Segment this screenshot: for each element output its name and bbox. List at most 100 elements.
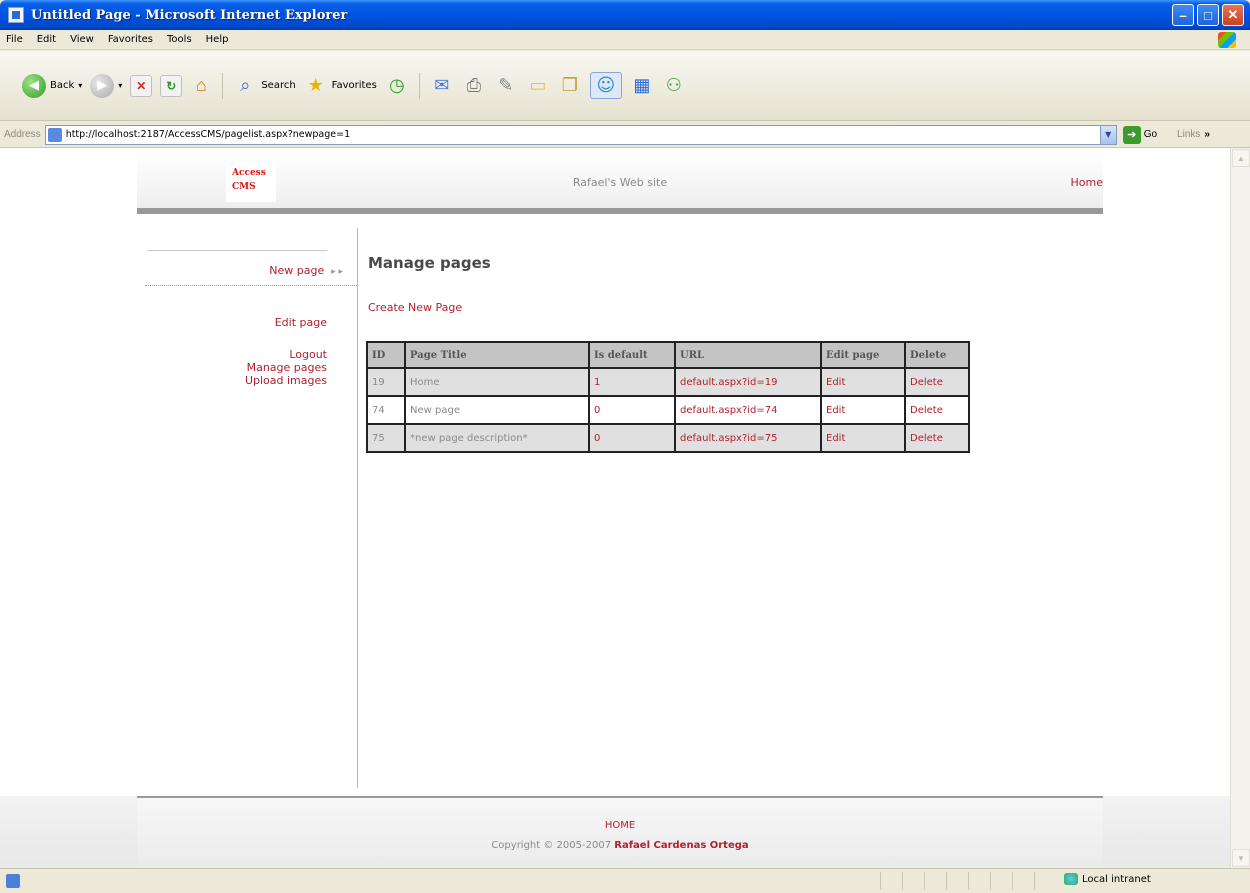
sidebar-item-manage-pages[interactable]: Manage pages <box>247 361 327 374</box>
address-url: http://localhost:2187/AccessCMS/pagelist… <box>65 129 351 140</box>
go-label: Go <box>1143 129 1158 140</box>
status-pane <box>1034 872 1056 890</box>
go-arrow-icon: ➔ <box>1122 125 1141 144</box>
favorites-label: Favorites <box>331 80 377 91</box>
status-pane <box>902 872 924 890</box>
site-header: Access CMS Rafael's Web site Home <box>137 154 1103 214</box>
cell-is-default: 0 <box>588 395 676 425</box>
toolbar-separator <box>222 72 224 99</box>
author-link[interactable]: Rafael Cardenas Ortega <box>614 840 748 851</box>
cell-id: 75 <box>366 423 406 453</box>
edit-link[interactable]: Edit <box>820 367 906 397</box>
history-icon[interactable]: ◷ <box>385 75 409 96</box>
research-icon[interactable]: ❐ <box>558 75 582 96</box>
favorites-star-icon: ★ <box>307 75 324 96</box>
status-bar: Local intranet <box>0 868 1250 893</box>
sidebar-rule <box>147 250 327 251</box>
scroll-up-icon[interactable]: ▲ <box>1232 149 1250 167</box>
delete-link[interactable]: Delete <box>904 367 970 397</box>
sidebar-item-edit-page[interactable]: Edit page <box>275 316 327 329</box>
menu-view[interactable]: View <box>70 34 94 45</box>
menu-file[interactable]: File <box>6 34 23 45</box>
search-button[interactable]: ⌕ Search <box>233 75 295 96</box>
messenger-button[interactable]: ☺ <box>589 72 622 99</box>
header-rule <box>137 208 1103 214</box>
refresh-icon[interactable]: ↻ <box>160 74 183 97</box>
go-button[interactable]: ➔ Go <box>1122 125 1158 144</box>
table-row: 75 *new page description* 0 default.aspx… <box>366 423 970 453</box>
back-button[interactable]: ◀ Back ▾ <box>22 73 82 98</box>
menu-favorites[interactable]: Favorites <box>108 34 153 45</box>
menu-tools[interactable]: Tools <box>167 34 192 45</box>
tools-icon[interactable]: ▦ <box>630 75 654 96</box>
search-label: Search <box>261 80 296 91</box>
site-title: Rafael's Web site <box>572 176 668 189</box>
delete-link[interactable]: Delete <box>904 423 970 453</box>
status-pane <box>880 872 902 890</box>
edit-link[interactable]: Edit <box>820 395 906 425</box>
mail-icon[interactable]: ✉ <box>430 75 454 96</box>
edit-icon[interactable]: ✎ <box>494 75 518 96</box>
cell-page-title: *new page description* <box>404 423 590 453</box>
links-label: Links <box>1177 129 1201 140</box>
ie-page-icon <box>8 7 24 23</box>
menu-help[interactable]: Help <box>206 34 229 45</box>
vertical-scrollbar[interactable]: ▲ ▼ <box>1230 148 1250 868</box>
menu-edit[interactable]: Edit <box>37 34 56 45</box>
cell-is-default: 0 <box>588 423 676 453</box>
back-arrow-icon: ◀ <box>22 73 46 98</box>
intranet-icon <box>1064 873 1078 885</box>
print-icon[interactable]: ⎙ <box>462 75 486 96</box>
back-label: Back <box>50 80 75 91</box>
header-home-link[interactable]: Home <box>1071 176 1103 189</box>
cell-url-link[interactable]: default.aspx?id=75 <box>674 423 822 453</box>
footer-copyright: Copyright © 2005-2007 Rafael Cardenas Or… <box>137 840 1103 851</box>
people-icon[interactable]: ⚇ <box>662 75 686 96</box>
table-header-row: ID Page Title Is default URL Edit page D… <box>366 341 970 369</box>
close-button[interactable]: ✕ <box>1222 4 1244 26</box>
footer-band-right <box>1103 796 1230 868</box>
footer-band-left <box>0 796 137 868</box>
cell-url-link[interactable]: default.aspx?id=19 <box>674 367 822 397</box>
security-zone: Local intranet <box>1064 873 1151 885</box>
discuss-icon[interactable]: ▭ <box>526 75 550 96</box>
footer-home-link[interactable]: HOME <box>137 820 1103 831</box>
sidebar-item-new-page[interactable]: New page ▸ ▸ <box>145 264 357 286</box>
status-pane <box>968 872 990 890</box>
maximize-button[interactable]: □ <box>1197 4 1219 26</box>
column-header-url: URL <box>674 341 822 369</box>
cell-id: 19 <box>366 367 406 397</box>
cell-is-default: 1 <box>588 367 676 397</box>
sidebar-item-label: New page <box>269 264 325 277</box>
page-title: Manage pages <box>368 254 491 272</box>
column-header-is-default: Is default <box>588 341 676 369</box>
minimize-button[interactable]: – <box>1172 4 1194 26</box>
toolbar-separator <box>418 72 420 99</box>
links-toolbar[interactable]: Links» <box>1177 129 1210 140</box>
address-input[interactable]: http://localhost:2187/AccessCMS/pagelist… <box>44 124 1117 145</box>
window-controls: – □ ✕ <box>1172 4 1244 26</box>
window-title: Untitled Page - Microsoft Internet Explo… <box>31 7 348 23</box>
messenger-icon: ☺ <box>596 75 616 96</box>
standard-toolbar: ◀ Back ▾ ▶ ▾ ✕ ↻ ⌂ ⌕ Search ★ Favorites … <box>0 51 1250 121</box>
cell-url-link[interactable]: default.aspx?id=74 <box>674 395 822 425</box>
favorites-button[interactable]: ★ Favorites <box>304 75 377 96</box>
cell-page-title: Home <box>404 367 590 397</box>
pages-table: ID Page Title Is default URL Edit page D… <box>366 341 970 453</box>
delete-link[interactable]: Delete <box>904 395 970 425</box>
edit-link[interactable]: Edit <box>820 423 906 453</box>
status-pane <box>924 872 946 890</box>
create-new-page-link[interactable]: Create New Page <box>368 301 462 314</box>
forward-button[interactable]: ▶ ▾ <box>90 73 122 98</box>
column-divider <box>357 228 358 788</box>
stop-icon[interactable]: ✕ <box>130 74 153 97</box>
home-icon[interactable]: ⌂ <box>190 75 212 97</box>
status-panes <box>880 872 1056 890</box>
address-dropdown-icon[interactable]: ▼ <box>1099 125 1116 144</box>
sidebar-item-upload-images[interactable]: Upload images <box>245 374 327 387</box>
site-footer: HOME Copyright © 2005-2007 Rafael Carden… <box>137 796 1103 868</box>
sidebar-item-logout[interactable]: Logout <box>289 348 327 361</box>
forward-arrow-icon: ▶ <box>90 73 115 98</box>
scroll-down-icon[interactable]: ▼ <box>1232 849 1250 867</box>
address-label: Address <box>4 129 41 140</box>
